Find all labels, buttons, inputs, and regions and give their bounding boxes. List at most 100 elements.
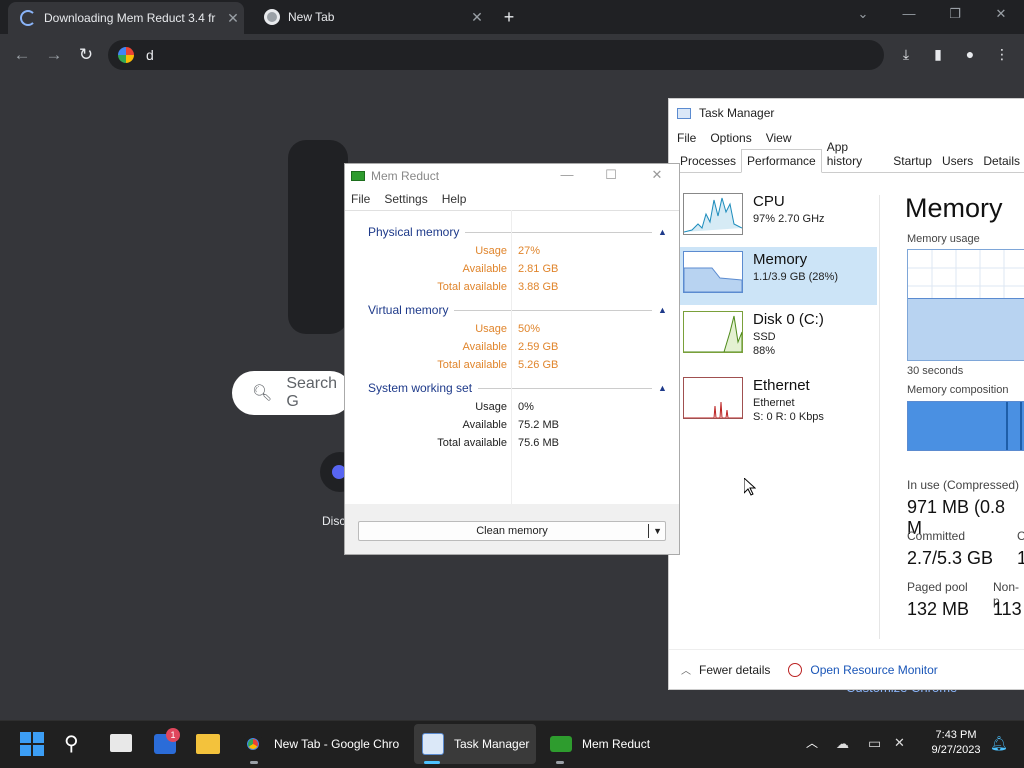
fewer-details-button[interactable]: Fewer details xyxy=(699,663,770,677)
row-value: 2.59 GB xyxy=(518,341,559,353)
menu-view[interactable]: View xyxy=(766,131,792,145)
tab-app-history[interactable]: App history xyxy=(822,140,889,172)
mouse-cursor-icon xyxy=(744,478,756,496)
row-key: Available xyxy=(462,341,507,353)
group-virtual-memory[interactable]: Virtual memory ▲ xyxy=(368,303,668,317)
task-view-icon[interactable] xyxy=(110,734,132,752)
windows-logo-pane xyxy=(20,745,31,756)
taskbar-item-mem-reduct[interactable]: Mem Reduct xyxy=(550,730,650,758)
start-icon[interactable] xyxy=(20,732,44,756)
tab-startup[interactable]: Startup xyxy=(888,154,937,172)
menu-settings[interactable]: Settings xyxy=(384,192,427,206)
tab-search-icon[interactable]: ⌄ xyxy=(848,6,878,22)
menu-help[interactable]: Help xyxy=(442,192,467,206)
taskbar-item-chrome[interactable]: New Tab - Google Chro xyxy=(242,730,399,758)
list-item: Usage 0% xyxy=(345,401,679,419)
close-icon[interactable]: ✕ xyxy=(647,167,667,183)
row-key: Total available xyxy=(437,281,507,293)
collapse-icon[interactable]: ▲ xyxy=(658,383,668,393)
restore-icon[interactable]: ❐ xyxy=(940,6,970,22)
notification-bell-icon[interactable]: 🔔︎ xyxy=(990,735,1008,752)
clock-date: 9/27/2023 xyxy=(931,744,981,756)
new-tab-button[interactable]: + xyxy=(498,6,520,28)
sidebar-name: Memory xyxy=(753,251,808,268)
tab-downloading[interactable]: Downloading Mem Reduct 3.4 fr ✕ xyxy=(8,2,244,34)
chevron-up-icon[interactable]: ︿ xyxy=(806,734,818,751)
collapse-icon[interactable]: ▲ xyxy=(658,227,668,237)
task-manager-icon xyxy=(422,733,444,755)
download-icon[interactable]: ⤓ xyxy=(896,46,916,64)
tab-title: Downloading Mem Reduct 3.4 fr xyxy=(44,11,216,25)
profile-icon[interactable]: ● xyxy=(960,46,980,64)
taskbar-item-task-manager[interactable]: Task Manager xyxy=(422,730,529,758)
tab-processes[interactable]: Processes xyxy=(675,154,741,172)
tab-new-tab[interactable]: New Tab ✕ xyxy=(252,0,488,34)
google-icon xyxy=(118,47,134,63)
forward-icon[interactable]: → xyxy=(43,44,65,66)
chrome-icon xyxy=(264,9,280,25)
minimize-icon[interactable]: — xyxy=(894,6,924,21)
back-icon[interactable]: ← xyxy=(11,44,33,66)
sidebar-item-memory[interactable]: Memory 1.1/3.9 GB (28%) xyxy=(679,247,877,305)
list-item: Available 75.2 MB xyxy=(345,419,679,437)
in-use-label: In use (Compressed) xyxy=(907,478,1020,492)
group-system-working-set[interactable]: System working set ▲ xyxy=(368,381,668,395)
windows-logo-pane xyxy=(33,745,44,756)
close-icon[interactable]: ✕ xyxy=(466,9,488,26)
divider xyxy=(454,309,652,311)
minimize-icon[interactable]: — xyxy=(557,167,577,182)
sidebar-detail: 1.1/3.9 GB (28%) xyxy=(753,271,838,283)
dropdown-arrow-icon[interactable]: ▼ xyxy=(653,522,662,540)
clock[interactable]: 7:43 PM 9/27/2023 xyxy=(924,728,988,758)
display-icon[interactable]: ▭ xyxy=(868,735,881,752)
running-indicator xyxy=(250,761,258,764)
cached-value: 1 xyxy=(1017,548,1024,568)
open-resource-monitor-link[interactable]: Open Resource Monitor xyxy=(810,663,937,677)
side-panel-icon[interactable]: ▮ xyxy=(928,46,948,64)
ntp-search-box[interactable]: 🔍︎ Search G xyxy=(232,371,352,415)
ntp-logo-area xyxy=(288,140,348,334)
committed-label: Committed xyxy=(907,529,966,543)
list-item: Available 2.81 GB xyxy=(345,263,679,281)
clean-memory-button[interactable]: Clean memory ▼ xyxy=(358,521,666,541)
list-item: Total available 5.26 GB xyxy=(345,359,679,377)
running-indicator xyxy=(556,761,564,764)
menu-icon[interactable]: ⋮ xyxy=(992,46,1012,64)
tab-users[interactable]: Users xyxy=(937,154,978,172)
address-bar[interactable]: d xyxy=(108,40,884,70)
nonpaged-pool-value: 113 xyxy=(993,599,1022,619)
sidebar-item-cpu[interactable]: CPU 97% 2.70 GHz xyxy=(679,189,877,247)
sidebar-item-ethernet[interactable]: Ethernet Ethernet S: 0 R: 0 Kbps xyxy=(679,373,877,431)
sidebar-item-disk[interactable]: Disk 0 (C:) SSD 88% xyxy=(679,307,877,365)
reload-icon[interactable]: ↻ xyxy=(75,44,97,66)
memory-composition-bar xyxy=(907,401,1024,451)
menu-bar: File Settings Help xyxy=(345,188,679,210)
close-window-icon[interactable]: ✕ xyxy=(986,6,1016,22)
menu-file[interactable]: File xyxy=(351,192,370,206)
row-value: 2.81 GB xyxy=(518,263,559,275)
list-item: Total available 75.6 MB xyxy=(345,437,679,455)
onedrive-icon[interactable]: ☁ xyxy=(836,736,849,752)
tab-title: New Tab xyxy=(288,10,335,24)
volume-muted-icon[interactable]: ✕ xyxy=(894,735,905,751)
disk-mini-graph xyxy=(683,311,743,353)
clock-time: 7:43 PM xyxy=(935,729,977,741)
file-explorer-icon[interactable] xyxy=(196,734,220,754)
list-item: Usage 27% xyxy=(345,245,679,263)
ntp-shortcut-label: Disc xyxy=(322,514,346,528)
tab-performance[interactable]: Performance xyxy=(741,149,822,173)
search-icon[interactable]: ⚲ xyxy=(64,731,79,756)
collapse-icon[interactable]: ▲ xyxy=(658,305,668,315)
menu-options[interactable]: Options xyxy=(710,131,751,145)
close-icon[interactable]: ✕ xyxy=(222,10,244,27)
maximize-icon[interactable]: ☐ xyxy=(601,167,621,183)
tab-details[interactable]: Details xyxy=(978,154,1024,172)
pane-divider xyxy=(879,195,880,639)
menu-file[interactable]: File xyxy=(677,131,696,145)
group-physical-memory[interactable]: Physical memory ▲ xyxy=(368,225,668,239)
composition-segment xyxy=(1020,402,1022,450)
composition-segment xyxy=(1006,402,1008,450)
memory-usage-fill xyxy=(908,298,1024,360)
clean-memory-label: Clean memory xyxy=(476,525,548,537)
window-title: Mem Reduct xyxy=(371,169,440,183)
